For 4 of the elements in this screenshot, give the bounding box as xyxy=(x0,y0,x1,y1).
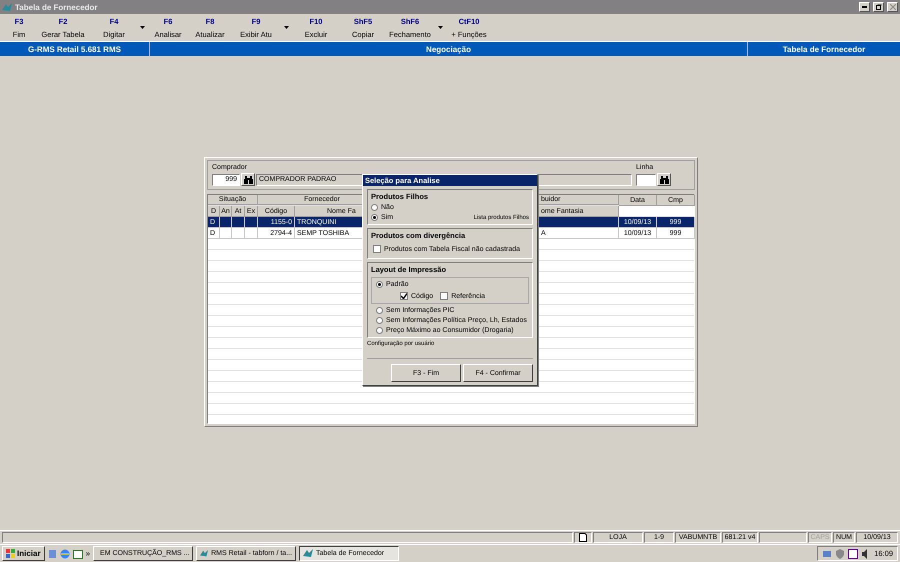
header-label: Negociação xyxy=(150,42,748,56)
header-label: G-RMS Retail 5.681 RMS xyxy=(0,42,150,56)
header-label: Tabela de Fornecedor xyxy=(782,44,866,56)
window-title: Tabela de Fornecedor xyxy=(15,2,99,12)
